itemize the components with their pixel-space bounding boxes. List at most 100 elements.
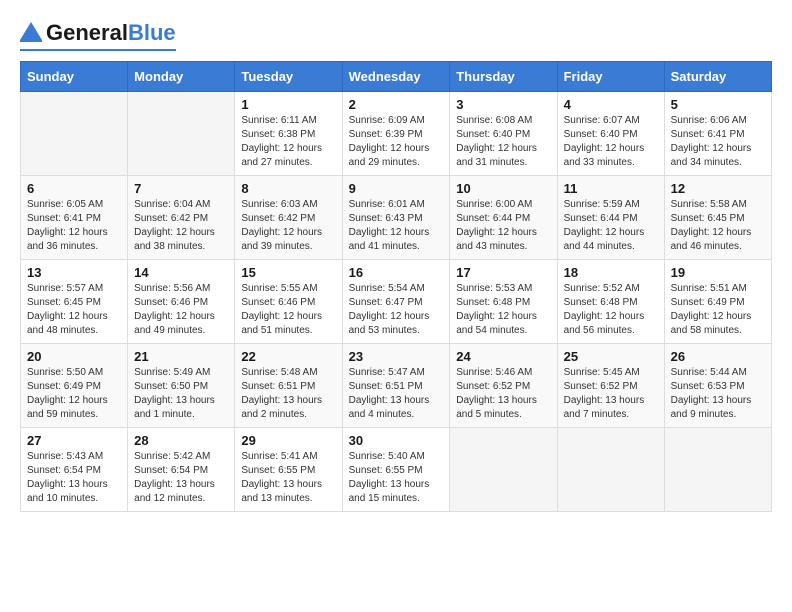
dow-thursday: Thursday (450, 62, 557, 92)
day-number: 11 (564, 181, 658, 196)
day-number: 8 (241, 181, 335, 196)
day-info: Sunrise: 6:05 AMSunset: 6:41 PMDaylight:… (27, 198, 121, 254)
day-info: Sunrise: 6:11 AMSunset: 6:38 PMDaylight:… (241, 114, 335, 170)
calendar-cell: 12 Sunrise: 5:58 AMSunset: 6:45 PMDayligh… (664, 176, 771, 260)
day-info: Sunrise: 5:44 AMSunset: 6:53 PMDaylight:… (671, 366, 765, 422)
calendar-cell: 30 Sunrise: 5:40 AMSunset: 6:55 PMDayligh… (342, 428, 450, 512)
calendar-cell: 11 Sunrise: 5:59 AMSunset: 6:44 PMDayligh… (557, 176, 664, 260)
day-number: 12 (671, 181, 765, 196)
dow-tuesday: Tuesday (235, 62, 342, 92)
day-info: Sunrise: 6:06 AMSunset: 6:41 PMDaylight:… (671, 114, 765, 170)
day-number: 6 (27, 181, 121, 196)
day-info: Sunrise: 5:57 AMSunset: 6:45 PMDaylight:… (27, 282, 121, 338)
calendar-cell: 27 Sunrise: 5:43 AMSunset: 6:54 PMDayligh… (21, 428, 128, 512)
page-header: GeneralBlue (20, 20, 772, 51)
day-number: 1 (241, 97, 335, 112)
calendar-cell: 13Sunrise: 5:57 AMSunset: 6:45 PMDayligh… (21, 260, 128, 344)
day-number: 4 (564, 97, 658, 112)
calendar-cell: 23 Sunrise: 5:47 AMSunset: 6:51 PMDayligh… (342, 344, 450, 428)
day-number: 20 (27, 349, 121, 364)
calendar-cell: 15 Sunrise: 5:55 AMSunset: 6:46 PMDayligh… (235, 260, 342, 344)
calendar-cell: 10 Sunrise: 6:00 AMSunset: 6:44 PMDayligh… (450, 176, 557, 260)
day-number: 30 (349, 433, 444, 448)
day-info: Sunrise: 6:01 AMSunset: 6:43 PMDaylight:… (349, 198, 444, 254)
calendar-cell: 7 Sunrise: 6:04 AMSunset: 6:42 PMDaylight… (128, 176, 235, 260)
day-info: Sunrise: 5:59 AMSunset: 6:44 PMDaylight:… (564, 198, 658, 254)
day-info: Sunrise: 5:46 AMSunset: 6:52 PMDaylight:… (456, 366, 550, 422)
day-info: Sunrise: 5:50 AMSunset: 6:49 PMDaylight:… (27, 366, 121, 422)
day-number: 21 (134, 349, 228, 364)
day-number: 18 (564, 265, 658, 280)
day-number: 24 (456, 349, 550, 364)
calendar-cell (664, 428, 771, 512)
calendar-cell: 18 Sunrise: 5:52 AMSunset: 6:48 PMDayligh… (557, 260, 664, 344)
day-info: Sunrise: 5:40 AMSunset: 6:55 PMDaylight:… (349, 450, 444, 506)
logo-underline (20, 49, 176, 51)
calendar-cell (128, 92, 235, 176)
day-number: 14 (134, 265, 228, 280)
day-number: 3 (456, 97, 550, 112)
day-info: Sunrise: 5:48 AMSunset: 6:51 PMDaylight:… (241, 366, 335, 422)
day-info: Sunrise: 5:47 AMSunset: 6:51 PMDaylight:… (349, 366, 444, 422)
dow-monday: Monday (128, 62, 235, 92)
day-info: Sunrise: 5:52 AMSunset: 6:48 PMDaylight:… (564, 282, 658, 338)
day-info: Sunrise: 6:08 AMSunset: 6:40 PMDaylight:… (456, 114, 550, 170)
day-info: Sunrise: 5:43 AMSunset: 6:54 PMDaylight:… (27, 450, 121, 506)
calendar-cell: 22 Sunrise: 5:48 AMSunset: 6:51 PMDayligh… (235, 344, 342, 428)
day-number: 23 (349, 349, 444, 364)
calendar-cell: 25 Sunrise: 5:45 AMSunset: 6:52 PMDayligh… (557, 344, 664, 428)
calendar-cell (21, 92, 128, 176)
day-number: 10 (456, 181, 550, 196)
day-info: Sunrise: 5:51 AMSunset: 6:49 PMDaylight:… (671, 282, 765, 338)
calendar-cell: 19 Sunrise: 5:51 AMSunset: 6:49 PMDayligh… (664, 260, 771, 344)
day-number: 25 (564, 349, 658, 364)
day-info: Sunrise: 5:53 AMSunset: 6:48 PMDaylight:… (456, 282, 550, 338)
day-info: Sunrise: 5:58 AMSunset: 6:45 PMDaylight:… (671, 198, 765, 254)
day-number: 7 (134, 181, 228, 196)
calendar-cell: 17 Sunrise: 5:53 AMSunset: 6:48 PMDayligh… (450, 260, 557, 344)
calendar-cell (557, 428, 664, 512)
day-number: 17 (456, 265, 550, 280)
calendar-cell: 5Sunrise: 6:06 AMSunset: 6:41 PMDaylight… (664, 92, 771, 176)
logo: GeneralBlue (20, 20, 176, 51)
day-info: Sunrise: 6:04 AMSunset: 6:42 PMDaylight:… (134, 198, 228, 254)
logo-display: GeneralBlue (20, 20, 176, 47)
day-number: 27 (27, 433, 121, 448)
dow-wednesday: Wednesday (342, 62, 450, 92)
day-info: Sunrise: 5:41 AMSunset: 6:55 PMDaylight:… (241, 450, 335, 506)
day-number: 28 (134, 433, 228, 448)
dow-sunday: Sunday (21, 62, 128, 92)
day-info: Sunrise: 6:07 AMSunset: 6:40 PMDaylight:… (564, 114, 658, 170)
calendar-cell: 24 Sunrise: 5:46 AMSunset: 6:52 PMDayligh… (450, 344, 557, 428)
calendar-cell: 8 Sunrise: 6:03 AMSunset: 6:42 PMDaylight… (235, 176, 342, 260)
dow-saturday: Saturday (664, 62, 771, 92)
calendar-cell: 29 Sunrise: 5:41 AMSunset: 6:55 PMDayligh… (235, 428, 342, 512)
day-info: Sunrise: 5:49 AMSunset: 6:50 PMDaylight:… (134, 366, 228, 422)
day-info: Sunrise: 5:45 AMSunset: 6:52 PMDaylight:… (564, 366, 658, 422)
day-info: Sunrise: 5:55 AMSunset: 6:46 PMDaylight:… (241, 282, 335, 338)
calendar-cell: 2 Sunrise: 6:09 AMSunset: 6:39 PMDaylight… (342, 92, 450, 176)
logo-text: GeneralBlue (46, 21, 176, 45)
calendar: SundayMondayTuesdayWednesdayThursdayFrid… (20, 61, 772, 512)
calendar-cell: 4 Sunrise: 6:07 AMSunset: 6:40 PMDaylight… (557, 92, 664, 176)
day-number: 2 (349, 97, 444, 112)
day-number: 22 (241, 349, 335, 364)
day-number: 29 (241, 433, 335, 448)
calendar-cell: 26Sunrise: 5:44 AMSunset: 6:53 PMDayligh… (664, 344, 771, 428)
day-number: 15 (241, 265, 335, 280)
day-info: Sunrise: 5:54 AMSunset: 6:47 PMDaylight:… (349, 282, 444, 338)
calendar-cell: 16 Sunrise: 5:54 AMSunset: 6:47 PMDayligh… (342, 260, 450, 344)
calendar-cell: 1 Sunrise: 6:11 AMSunset: 6:38 PMDaylight… (235, 92, 342, 176)
day-number: 19 (671, 265, 765, 280)
day-number: 16 (349, 265, 444, 280)
day-number: 9 (349, 181, 444, 196)
day-info: Sunrise: 6:03 AMSunset: 6:42 PMDaylight:… (241, 198, 335, 254)
day-info: Sunrise: 6:00 AMSunset: 6:44 PMDaylight:… (456, 198, 550, 254)
calendar-cell: 9 Sunrise: 6:01 AMSunset: 6:43 PMDaylight… (342, 176, 450, 260)
calendar-cell: 28 Sunrise: 5:42 AMSunset: 6:54 PMDayligh… (128, 428, 235, 512)
dow-friday: Friday (557, 62, 664, 92)
calendar-cell: 3 Sunrise: 6:08 AMSunset: 6:40 PMDaylight… (450, 92, 557, 176)
day-info: Sunrise: 5:42 AMSunset: 6:54 PMDaylight:… (134, 450, 228, 506)
calendar-cell: 14Sunrise: 5:56 AMSunset: 6:46 PMDayligh… (128, 260, 235, 344)
day-info: Sunrise: 6:09 AMSunset: 6:39 PMDaylight:… (349, 114, 444, 170)
